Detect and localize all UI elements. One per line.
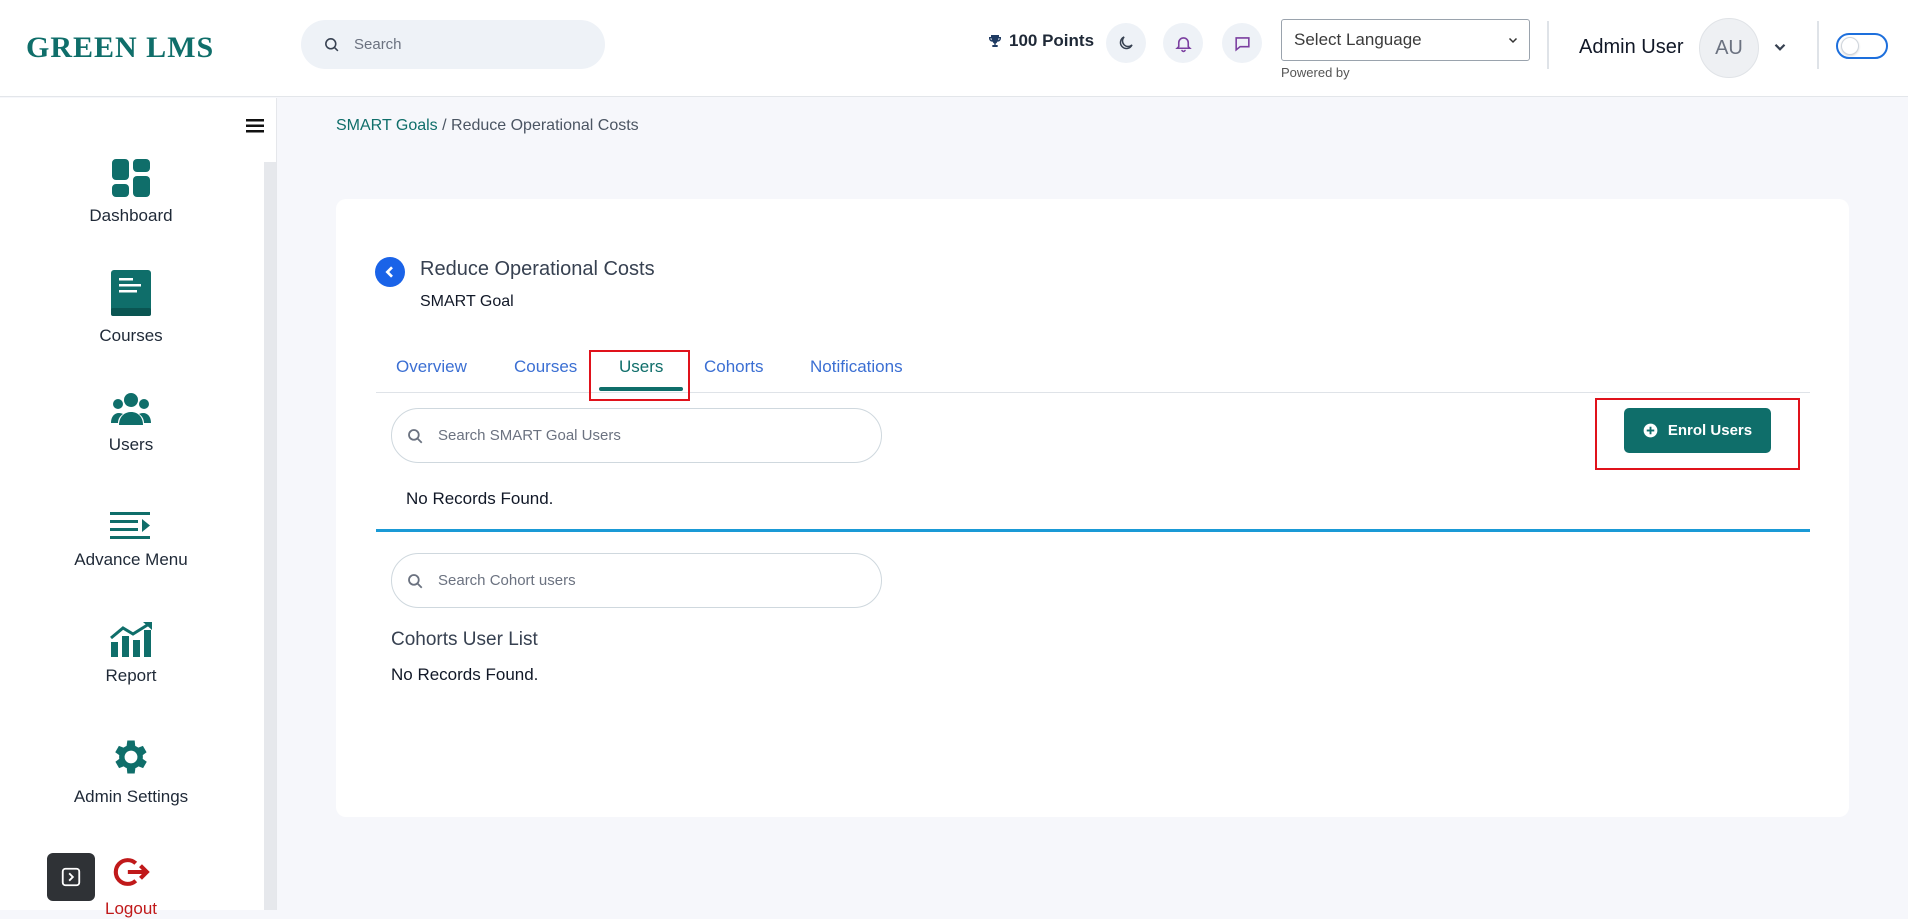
menu-list-icon	[110, 512, 150, 539]
app-logo[interactable]: GREEN LMS	[26, 28, 214, 68]
theme-toggle[interactable]	[1836, 33, 1888, 59]
search-cohort-users-input[interactable]	[438, 572, 838, 589]
sidebar-item-admin-settings[interactable]: Admin Settings	[0, 735, 262, 807]
highlight-box-users-tab	[589, 350, 690, 401]
top-header: GREEN LMS 100 Points Select Language Pow…	[0, 0, 1908, 97]
messages-button[interactable]	[1222, 23, 1262, 63]
sidebar-item-label: Users	[108, 435, 154, 454]
content-card	[336, 199, 1849, 817]
tab-courses[interactable]: Courses	[514, 357, 577, 377]
logo-text: GREEN LMS	[26, 31, 215, 64]
global-search-input[interactable]	[354, 36, 574, 53]
hamburger-menu-icon[interactable]	[246, 118, 264, 134]
search-cohort-users[interactable]	[391, 553, 882, 608]
sidebar: Dashboard Courses Users Advance Menu Rep…	[0, 98, 277, 918]
breadcrumb-current: Reduce Operational Costs	[451, 117, 639, 134]
sidebar-item-courses[interactable]: Courses	[0, 268, 262, 346]
expand-panel-icon	[61, 867, 81, 887]
sidebar-scrollbar[interactable]	[264, 162, 276, 910]
sidebar-item-advance-menu[interactable]: Advance Menu	[0, 510, 262, 570]
header-divider	[1547, 21, 1549, 69]
search-icon	[408, 573, 423, 588]
tab-cohorts[interactable]: Cohorts	[704, 357, 764, 377]
sidebar-item-label: Advance Menu	[74, 550, 188, 569]
users-empty-message: No Records Found.	[406, 489, 554, 508]
dashboard-icon	[112, 159, 150, 197]
highlight-box-enrol-users	[1595, 398, 1800, 470]
avatar[interactable]: AU	[1699, 18, 1759, 78]
search-smart-goal-users-input[interactable]	[438, 427, 838, 444]
book-icon	[111, 270, 151, 316]
section-divider	[376, 529, 1810, 532]
sidebar-item-label: Logout	[105, 899, 157, 918]
sidebar-item-label: Dashboard	[89, 206, 173, 225]
language-select[interactable]: Select Language	[1281, 19, 1530, 61]
cohorts-empty-message: No Records Found.	[391, 665, 539, 684]
logout-icon	[113, 858, 150, 886]
gear-icon	[115, 740, 147, 774]
dark-mode-button[interactable]	[1106, 23, 1146, 63]
tab-overview[interactable]: Overview	[396, 357, 467, 377]
sidebar-item-dashboard[interactable]: Dashboard	[0, 158, 262, 226]
cohorts-user-list-heading: Cohorts User List	[391, 629, 538, 650]
bell-icon	[1174, 36, 1192, 52]
user-name[interactable]: Admin User	[1579, 36, 1683, 59]
breadcrumb-link-smart-goals[interactable]: SMART Goals	[336, 117, 438, 134]
search-smart-goal-users[interactable]	[391, 408, 882, 463]
sidebar-item-report[interactable]: Report	[0, 622, 262, 686]
powered-by-label: Powered by	[1281, 65, 1350, 80]
sidebar-item-label: Courses	[99, 326, 163, 345]
notifications-button[interactable]	[1163, 23, 1203, 63]
language-select-value: Select Language	[1294, 30, 1422, 49]
points-label: 100 Points	[1009, 31, 1095, 50]
chevron-down-icon	[1508, 37, 1518, 44]
sidebar-item-label: Admin Settings	[73, 787, 189, 806]
trophy-icon	[989, 35, 1001, 47]
moon-icon	[1119, 36, 1133, 50]
sidebar-item-label: Report	[105, 666, 157, 685]
search-icon	[325, 38, 339, 52]
page-subtitle: SMART Goal	[420, 293, 514, 310]
points-display[interactable]: 100 Points	[987, 28, 1094, 54]
report-chart-icon	[110, 622, 152, 657]
sidebar-item-logout[interactable]: Logout	[0, 853, 262, 919]
global-search[interactable]	[301, 20, 605, 69]
chevron-left-icon	[385, 266, 393, 278]
breadcrumb-separator: /	[437, 117, 452, 134]
search-icon	[408, 428, 423, 443]
expand-panel-button[interactable]	[47, 853, 95, 901]
users-icon	[111, 393, 151, 425]
toggle-knob	[1841, 37, 1859, 55]
page-title: Reduce Operational Costs	[420, 258, 655, 280]
header-divider-2	[1817, 21, 1819, 69]
user-menu-chevron-icon[interactable]	[1771, 38, 1789, 56]
breadcrumb: SMART Goals / Reduce Operational Costs	[336, 117, 639, 135]
sidebar-item-users[interactable]: Users	[0, 391, 262, 455]
tab-notifications[interactable]: Notifications	[810, 357, 903, 377]
chat-icon	[1234, 36, 1250, 51]
back-button[interactable]	[375, 257, 405, 287]
